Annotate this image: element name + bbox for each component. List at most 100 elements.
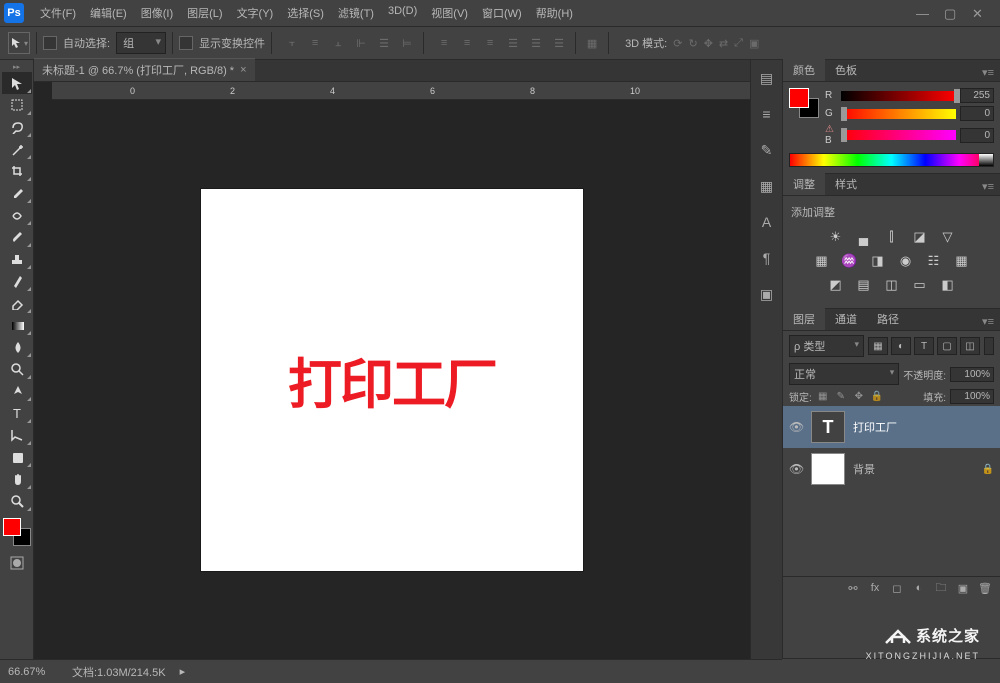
dist-bottom-icon[interactable]: ≡ [480,33,500,53]
channel-B-slider[interactable] [841,130,956,140]
align-top-icon[interactable]: ⫟ [282,33,302,53]
dist-vcenter-icon[interactable]: ≡ [457,33,477,53]
dist-left-icon[interactable]: ☰ [503,33,523,53]
invert-icon[interactable]: ◩ [827,276,845,294]
lock-pixels-icon[interactable]: ✎ [834,390,848,404]
tab-styles[interactable]: 样式 [825,173,867,195]
lock-transparent-icon[interactable]: ▦ [816,390,830,404]
tool-history[interactable] [2,270,32,292]
tool-pen[interactable] [2,380,32,402]
tool-move[interactable] [2,72,32,94]
layer-item-1[interactable]: 👁背景🔒 [783,448,1000,490]
status-zoom[interactable]: 66.67% [8,666,58,678]
new-layer-icon[interactable]: ▣ [954,580,972,596]
document-tab[interactable]: 未标题-1 @ 66.7% (打印工厂, RGB/8) * × [34,58,255,81]
exposure-icon[interactable]: ◪ [911,228,929,246]
posterize-icon[interactable]: ▤ [855,276,873,294]
new-group-icon[interactable]: 🗀 [932,580,950,596]
auto-select-checkbox[interactable] [43,36,57,50]
show-transform-checkbox[interactable] [179,36,193,50]
tool-shape[interactable] [2,446,32,468]
menu-5[interactable]: 选择(S) [281,2,330,24]
menu-3[interactable]: 图层(L) [181,2,228,24]
tab-paths[interactable]: 路径 [867,308,909,330]
vibrance-icon[interactable]: ▽ [939,228,957,246]
lookup-icon[interactable]: ▦ [953,252,971,270]
adjust-panel-menu-icon[interactable]: ▾≡ [976,178,1000,195]
filter-adjust-icon[interactable]: ◐ [891,337,911,355]
channel-G-input[interactable]: 0 [960,106,994,121]
panel-foreground-swatch[interactable] [789,88,809,108]
auto-select-mode-select[interactable]: 组 [116,32,166,54]
menu-8[interactable]: 视图(V) [425,2,474,24]
document-tab-close-icon[interactable]: × [240,64,246,76]
balance-icon[interactable]: ♒ [841,252,859,270]
color-panel-menu-icon[interactable]: ▾≡ [976,64,1000,81]
align-bottom-icon[interactable]: ⫠ [328,33,348,53]
layer-visibility-icon[interactable]: 👁 [789,420,803,434]
channel-R-slider[interactable] [841,91,956,101]
clone-panel-icon[interactable]: ▣ [757,284,777,304]
channel-R-input[interactable]: 255 [960,88,994,103]
filter-smart-icon[interactable]: ◫ [960,337,980,355]
tool-lasso[interactable] [2,116,32,138]
menu-4[interactable]: 文字(Y) [231,2,280,24]
menu-1[interactable]: 编辑(E) [84,2,133,24]
quickmask-button[interactable] [2,552,32,574]
tool-zoom[interactable] [2,490,32,512]
tool-marquee[interactable] [2,94,32,116]
fill-input[interactable]: 100% [950,389,994,404]
minimize-button[interactable]: — [916,6,930,20]
status-info-arrow-icon[interactable]: ▸ [180,665,186,678]
current-tool-icon[interactable]: ▾ [8,32,30,54]
tool-brush[interactable] [2,226,32,248]
channel-B-input[interactable]: 0 [960,128,994,143]
menu-10[interactable]: 帮助(H) [530,2,579,24]
layer-filter-type-select[interactable]: ρ 类型 [789,335,864,357]
auto-align-icon[interactable]: ▦ [582,33,602,53]
tool-eraser[interactable] [2,292,32,314]
blend-mode-select[interactable]: 正常 [789,363,899,385]
toolbox-collapse-icon[interactable]: ▸▸ [0,62,33,72]
brightness-icon[interactable]: ☀ [827,228,845,246]
properties-panel-icon[interactable]: ≡ [757,104,777,124]
layers-panel-menu-icon[interactable]: ▾≡ [976,313,1000,330]
link-layers-icon[interactable]: ⚯ [844,580,862,596]
tab-color[interactable]: 颜色 [783,59,825,81]
layer-item-0[interactable]: 👁打印工厂 [783,406,1000,448]
tool-heal[interactable] [2,204,32,226]
tool-dodge[interactable] [2,358,32,380]
new-fill-icon[interactable]: ◐ [910,580,928,596]
threshold-icon[interactable]: ◫ [883,276,901,294]
layer-mask-icon[interactable]: ◻ [888,580,906,596]
layer-style-icon[interactable]: fx [866,580,884,596]
panel-color-swatches[interactable] [789,88,819,118]
close-button[interactable]: ✕ [972,6,986,20]
tool-eyedrop[interactable] [2,182,32,204]
bw-icon[interactable]: ◨ [869,252,887,270]
menu-2[interactable]: 图像(I) [135,2,179,24]
mixer-icon[interactable]: ☷ [925,252,943,270]
filter-pixel-icon[interactable]: ▦ [868,337,888,355]
menu-7[interactable]: 3D(D) [382,2,423,24]
align-hcenter-icon[interactable]: ☰ [374,33,394,53]
filter-toggle-switch[interactable] [984,337,994,355]
dist-hcenter-icon[interactable]: ☰ [526,33,546,53]
menu-0[interactable]: 文件(F) [34,2,82,24]
tool-type[interactable]: T [2,402,32,424]
tool-blur[interactable] [2,336,32,358]
align-left-icon[interactable]: ⊩ [351,33,371,53]
lock-position-icon[interactable]: ✥ [852,390,866,404]
tab-channels[interactable]: 通道 [825,308,867,330]
layer-thumbnail[interactable] [811,453,845,485]
hue-icon[interactable]: ▦ [813,252,831,270]
slide-3d-icon[interactable]: ⇄ [719,37,728,50]
history-panel-icon[interactable]: ▤ [757,68,777,88]
levels-icon[interactable]: ▄ [855,228,873,246]
menu-9[interactable]: 窗口(W) [476,2,528,24]
photofilter-icon[interactable]: ◉ [897,252,915,270]
orbit-3d-icon[interactable]: ⟳ [673,37,682,50]
delete-layer-icon[interactable]: 🗑 [976,580,994,596]
canvas-wrap[interactable]: 打印工厂 [34,100,750,659]
tool-wand[interactable] [2,138,32,160]
